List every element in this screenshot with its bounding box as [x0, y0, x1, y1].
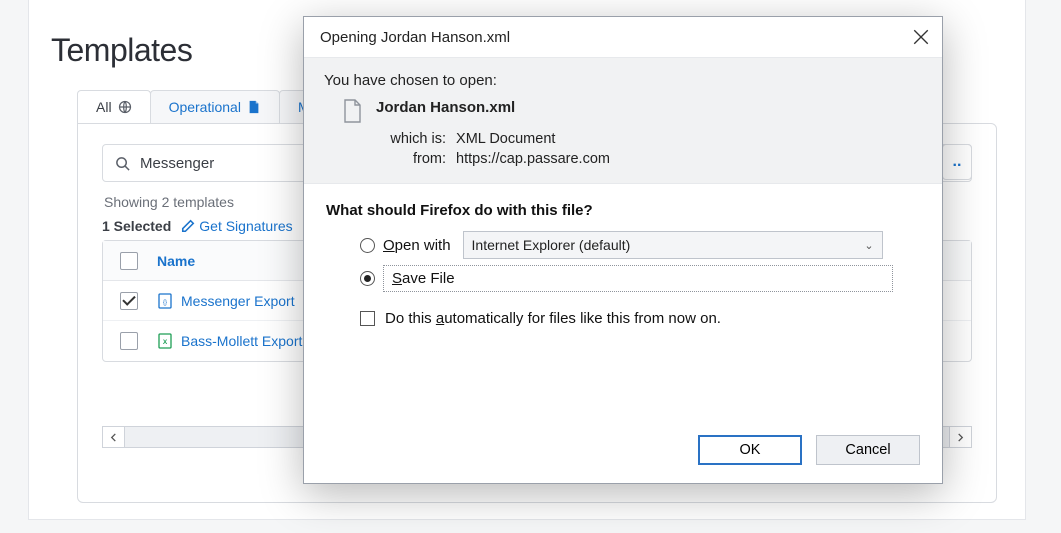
chevron-down-icon: ⌄ [864, 239, 873, 252]
get-signatures-action[interactable]: Get Signatures [181, 218, 292, 234]
svg-text:{}: {} [163, 300, 167, 306]
open-with-select[interactable]: Internet Explorer (default) ⌄ [463, 231, 883, 259]
generic-file-icon [342, 99, 362, 123]
scroll-right-arrow[interactable] [949, 427, 971, 447]
scroll-left-arrow[interactable] [103, 427, 125, 447]
row-checkbox[interactable] [120, 292, 138, 310]
save-file-option[interactable]: Save FileSave File [360, 265, 920, 292]
overflow-button[interactable]: .. [942, 144, 972, 180]
dialog-title: Opening Jordan Hanson.xml [320, 29, 510, 46]
tab-label: All [96, 99, 112, 115]
which-is-label: which is: [376, 131, 446, 147]
open-with-value: Internet Explorer (default) [472, 237, 631, 253]
row-checkbox[interactable] [120, 332, 138, 350]
from-value: https://cap.passare.com [456, 151, 610, 167]
download-dialog: Opening Jordan Hanson.xml You have chose… [303, 16, 943, 484]
save-file-radio[interactable] [360, 271, 375, 286]
select-all-checkbox[interactable] [120, 252, 138, 270]
svg-text:X: X [163, 339, 168, 346]
close-icon[interactable] [912, 28, 930, 46]
auto-label: Do this automatically for files like thi… [385, 310, 721, 327]
selected-count: 1 Selected [102, 218, 171, 234]
open-with-label: OOpen withpen with [383, 237, 451, 254]
chosen-text: You have chosen to open: [324, 72, 922, 89]
dialog-footer: OK Cancel [304, 421, 942, 483]
xml-file-icon: {} [157, 293, 173, 309]
dialog-header: You have chosen to open: Jordan Hanson.x… [304, 57, 942, 184]
auto-checkbox[interactable] [360, 311, 375, 326]
dialog-body: What should Firefox do with this file? O… [304, 184, 942, 421]
row-name-link[interactable]: Messenger Export [181, 293, 295, 309]
dialog-question: What should Firefox do with this file? [326, 202, 920, 219]
auto-option[interactable]: Do this automatically for files like thi… [360, 310, 920, 327]
cancel-button[interactable]: Cancel [816, 435, 920, 465]
document-icon [247, 100, 261, 114]
ok-button[interactable]: OK [698, 435, 802, 465]
search-icon [115, 156, 130, 171]
tab-label: Operational [169, 99, 241, 115]
xls-file-icon: X [157, 333, 173, 349]
tab-operational[interactable]: Operational [150, 90, 280, 123]
open-with-radio[interactable] [360, 238, 375, 253]
open-with-option[interactable]: OOpen withpen with Internet Explorer (de… [360, 231, 920, 259]
row-name-link[interactable]: Bass-Mollett Export [181, 333, 302, 349]
save-file-label: Save FileSave File [392, 270, 455, 287]
from-label: from: [376, 151, 446, 167]
pencil-icon [181, 219, 195, 233]
globe-icon [118, 100, 132, 114]
dialog-titlebar: Opening Jordan Hanson.xml [304, 17, 942, 57]
ellipsis-icon: .. [953, 153, 962, 171]
tab-all[interactable]: All [77, 90, 151, 123]
which-is-value: XML Document [456, 131, 555, 147]
file-name: Jordan Hanson.xml [376, 99, 515, 116]
get-signatures-label: Get Signatures [199, 218, 292, 234]
